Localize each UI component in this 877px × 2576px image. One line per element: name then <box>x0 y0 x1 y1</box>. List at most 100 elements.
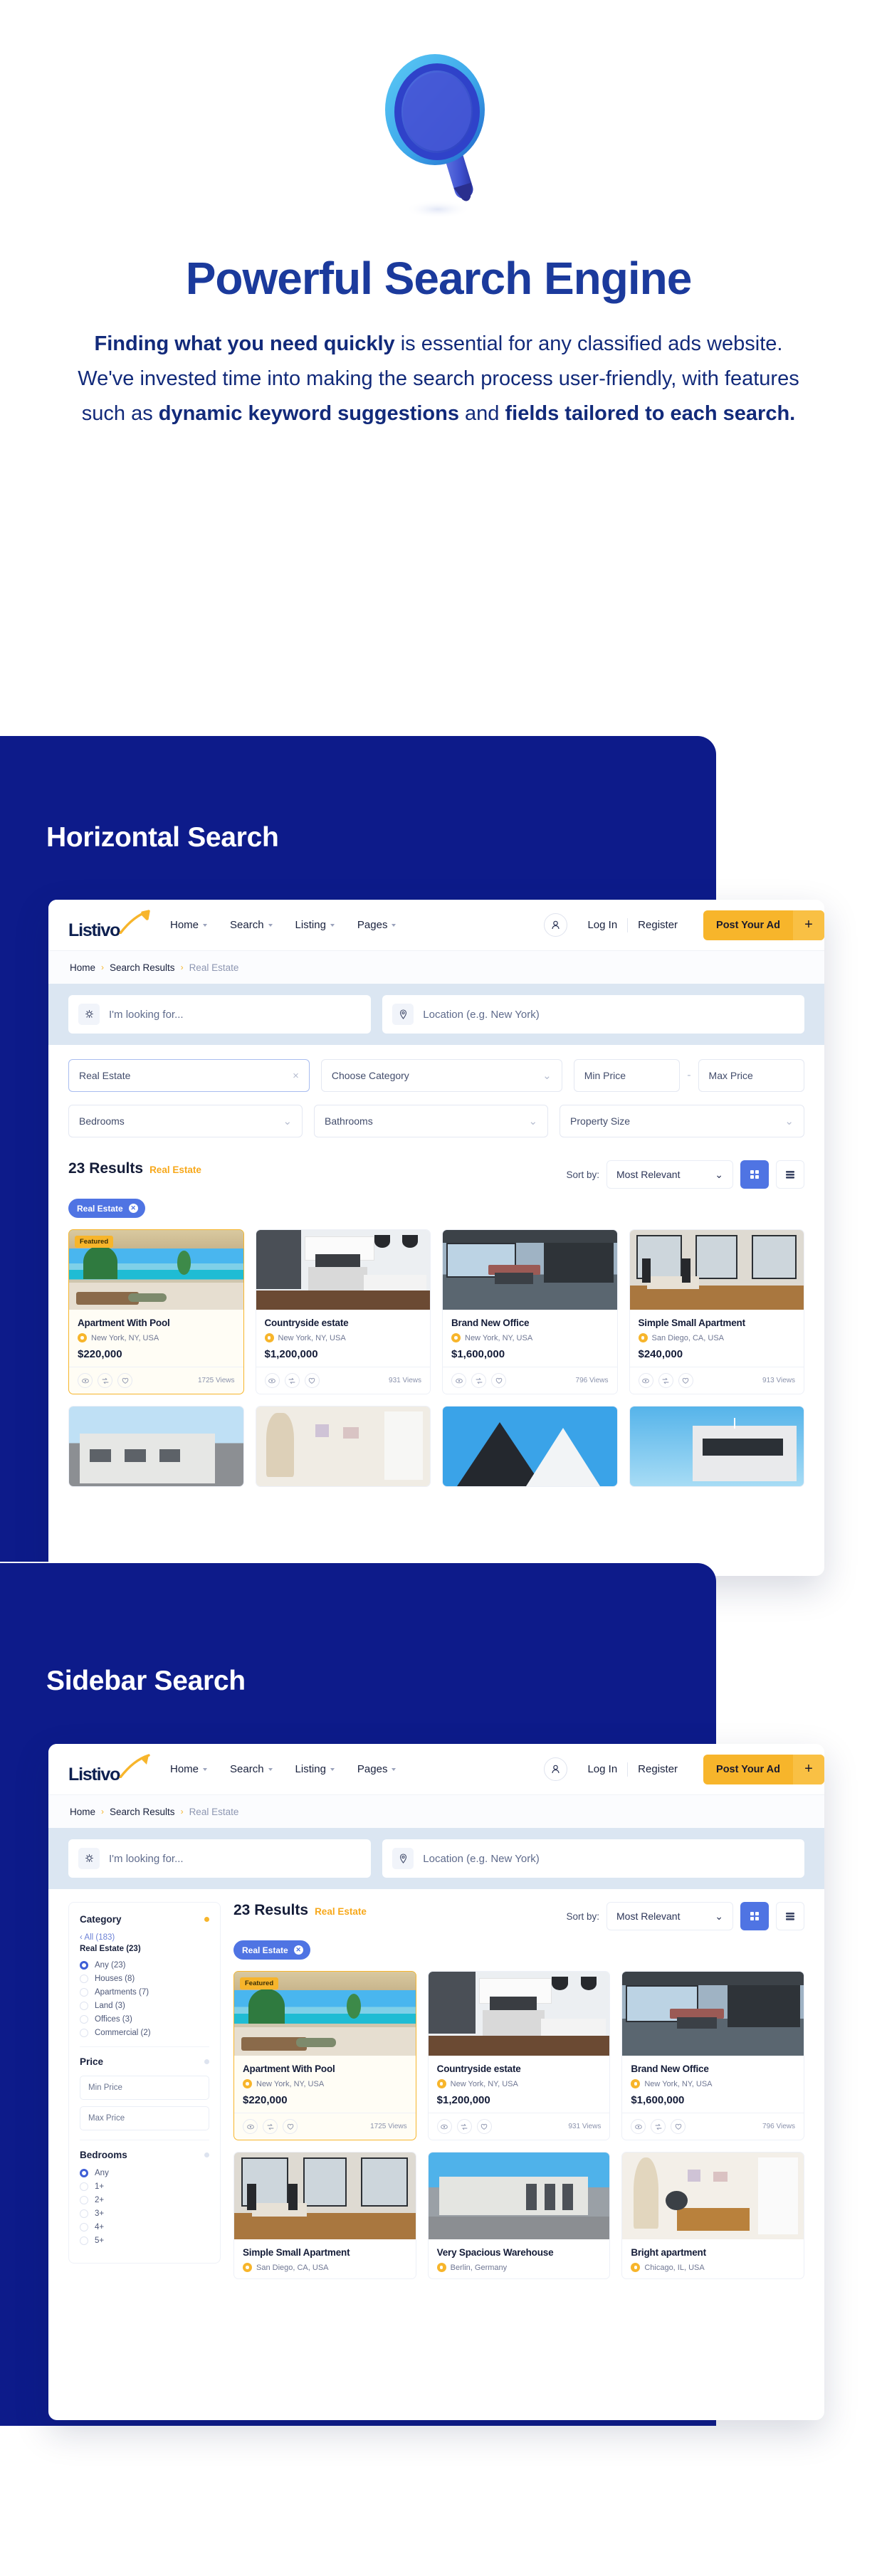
compare-icon[interactable] <box>284 1373 300 1388</box>
bedrooms-option-3plus[interactable]: 3+ <box>80 2209 209 2218</box>
category-option-any[interactable]: Any (23) <box>80 1961 209 1970</box>
close-icon[interactable]: ✕ <box>128 1204 138 1213</box>
active-filter-chip[interactable]: Real Estate ✕ <box>68 1199 145 1218</box>
compare-icon[interactable] <box>456 2119 472 2134</box>
sidebar-all-categories-link[interactable]: ‹ All (183) <box>80 1933 209 1942</box>
nav-item-home[interactable]: Home <box>170 1763 208 1775</box>
listing-card[interactable]: Featured Apartment With Pool New York, N… <box>233 1971 416 2140</box>
bedrooms-option-1plus[interactable]: 1+ <box>80 2182 209 2191</box>
bedrooms-option-any[interactable]: Any <box>80 2169 209 2177</box>
grid-view-icon[interactable] <box>740 1902 769 1930</box>
close-icon[interactable]: ✕ <box>293 1945 303 1955</box>
nav-item-home[interactable]: Home <box>170 919 208 931</box>
sidebar-section-category: Category <box>80 1914 209 1925</box>
compare-icon[interactable] <box>471 1373 486 1388</box>
category-option-land[interactable]: Land (3) <box>80 2002 209 2010</box>
heart-icon[interactable] <box>283 2119 298 2134</box>
listing-image <box>622 2152 804 2239</box>
eye-icon[interactable] <box>436 2119 452 2134</box>
login-link[interactable]: Log In <box>577 1763 627 1775</box>
search-keyword-input[interactable]: I'm looking for... <box>68 1839 372 1878</box>
breadcrumb-item-home[interactable]: Home <box>70 962 95 973</box>
nav-item-listing[interactable]: Listing <box>295 919 335 931</box>
active-filter-chip[interactable]: Real Estate ✕ <box>233 1940 310 1960</box>
breadcrumb-item-home[interactable]: Home <box>70 1807 95 1817</box>
listing-card[interactable]: Very Spacious Warehouse Berlin, Germany <box>427 2152 611 2279</box>
eye-icon[interactable] <box>264 1373 280 1388</box>
post-ad-button[interactable]: Post Your Ad + <box>703 910 824 940</box>
post-ad-button[interactable]: Post Your Ad + <box>703 1754 824 1784</box>
sort-select[interactable]: Most Relevant ⌄ <box>606 1902 733 1930</box>
register-link[interactable]: Register <box>628 919 688 931</box>
eye-icon[interactable] <box>451 1373 466 1388</box>
search-keyword-input[interactable]: I'm looking for... <box>68 995 372 1034</box>
listing-card[interactable]: Countryside estate New York, NY, USA $1,… <box>427 1971 611 2140</box>
search-location-input[interactable]: Location (e.g. New York) <box>382 1839 804 1878</box>
list-view-icon[interactable] <box>776 1160 804 1189</box>
filter-bathrooms[interactable]: Bathrooms ⌄ <box>314 1105 549 1137</box>
nav-item-search[interactable]: Search <box>230 1763 273 1775</box>
listing-card[interactable]: Brand New Office New York, NY, USA $1,60… <box>621 1971 804 2140</box>
bedrooms-option-4plus[interactable]: 4+ <box>80 2223 209 2231</box>
category-option-commercial[interactable]: Commercial (2) <box>80 2029 209 2037</box>
eye-icon[interactable] <box>638 1373 653 1388</box>
eye-icon[interactable] <box>78 1373 93 1388</box>
user-icon[interactable] <box>544 1757 568 1781</box>
listing-card[interactable]: Simple Small Apartment San Diego, CA, US… <box>233 2152 416 2279</box>
eye-icon[interactable] <box>243 2119 258 2134</box>
list-view-icon[interactable] <box>776 1902 804 1930</box>
listing-card[interactable] <box>255 1406 431 1487</box>
nav-item-pages[interactable]: Pages <box>357 919 397 931</box>
nav-item-search[interactable]: Search <box>230 919 273 931</box>
sidebar-max-price-input[interactable]: Max Price <box>80 2106 209 2130</box>
listing-card[interactable]: Featured Apartment With Pool New York, N… <box>68 1229 244 1394</box>
heart-icon[interactable] <box>678 1373 693 1388</box>
register-link[interactable]: Register <box>628 1763 688 1775</box>
filter-min-price[interactable]: Min Price <box>573 1059 681 1092</box>
heart-icon[interactable] <box>671 2119 686 2134</box>
logo[interactable]: Listivo <box>68 909 150 940</box>
filter-property-size[interactable]: Property Size ⌄ <box>560 1105 804 1137</box>
filter-bedrooms[interactable]: Bedrooms ⌄ <box>68 1105 303 1137</box>
listing-card[interactable]: Brand New Office New York, NY, USA $1,60… <box>442 1229 618 1394</box>
category-option-apartments[interactable]: Apartments (7) <box>80 1988 209 1997</box>
listing-card[interactable]: Simple Small Apartment San Diego, CA, US… <box>629 1229 804 1394</box>
login-link[interactable]: Log In <box>577 919 627 931</box>
map-pin-icon <box>392 1848 414 1869</box>
heart-icon[interactable] <box>491 1373 506 1388</box>
category-option-houses[interactable]: Houses (8) <box>80 1975 209 1983</box>
nav-item-pages[interactable]: Pages <box>357 1763 397 1775</box>
breadcrumb-item-search-results[interactable]: Search Results <box>110 962 175 973</box>
compare-icon[interactable] <box>651 2119 666 2134</box>
filter-max-price[interactable]: Max Price <box>698 1059 805 1092</box>
listing-card[interactable] <box>629 1406 804 1487</box>
filter-choose-category-label: Choose Category <box>331 1070 409 1081</box>
close-icon[interactable]: × <box>293 1070 299 1082</box>
breadcrumb-item-search-results[interactable]: Search Results <box>110 1807 175 1817</box>
logo[interactable]: Listivo <box>68 1753 150 1784</box>
bedrooms-option-5plus[interactable]: 5+ <box>80 2236 209 2245</box>
heart-icon[interactable] <box>304 1373 320 1388</box>
category-option-offices[interactable]: Offices (3) <box>80 2015 209 2024</box>
filter-choose-category[interactable]: Choose Category ⌄ <box>320 1059 562 1092</box>
listing-card[interactable] <box>442 1406 618 1487</box>
sidebar-min-price-input[interactable]: Min Price <box>80 2076 209 2100</box>
grid-view-icon[interactable] <box>740 1160 769 1189</box>
eye-icon[interactable] <box>631 2119 646 2134</box>
bedrooms-option-2plus[interactable]: 2+ <box>80 2196 209 2204</box>
search-location-input[interactable]: Location (e.g. New York) <box>382 995 804 1034</box>
listing-card[interactable] <box>68 1406 244 1487</box>
compare-icon[interactable] <box>658 1373 673 1388</box>
nav-item-listing[interactable]: Listing <box>295 1763 335 1775</box>
compare-icon[interactable] <box>263 2119 278 2134</box>
filter-real-estate[interactable]: Real Estate × <box>68 1059 310 1092</box>
listing-card[interactable]: Bright apartment Chicago, IL, USA <box>621 2152 804 2279</box>
listing-card[interactable]: Countryside estate New York, NY, USA $1,… <box>255 1229 431 1394</box>
user-icon[interactable] <box>544 913 568 937</box>
sort-select[interactable]: Most Relevant ⌄ <box>606 1160 733 1189</box>
heart-icon[interactable] <box>476 2119 492 2134</box>
map-pin-icon <box>436 2263 446 2272</box>
compare-icon[interactable] <box>98 1373 112 1388</box>
chevron-down-icon: ⌄ <box>715 1910 723 1922</box>
heart-icon[interactable] <box>117 1373 132 1388</box>
